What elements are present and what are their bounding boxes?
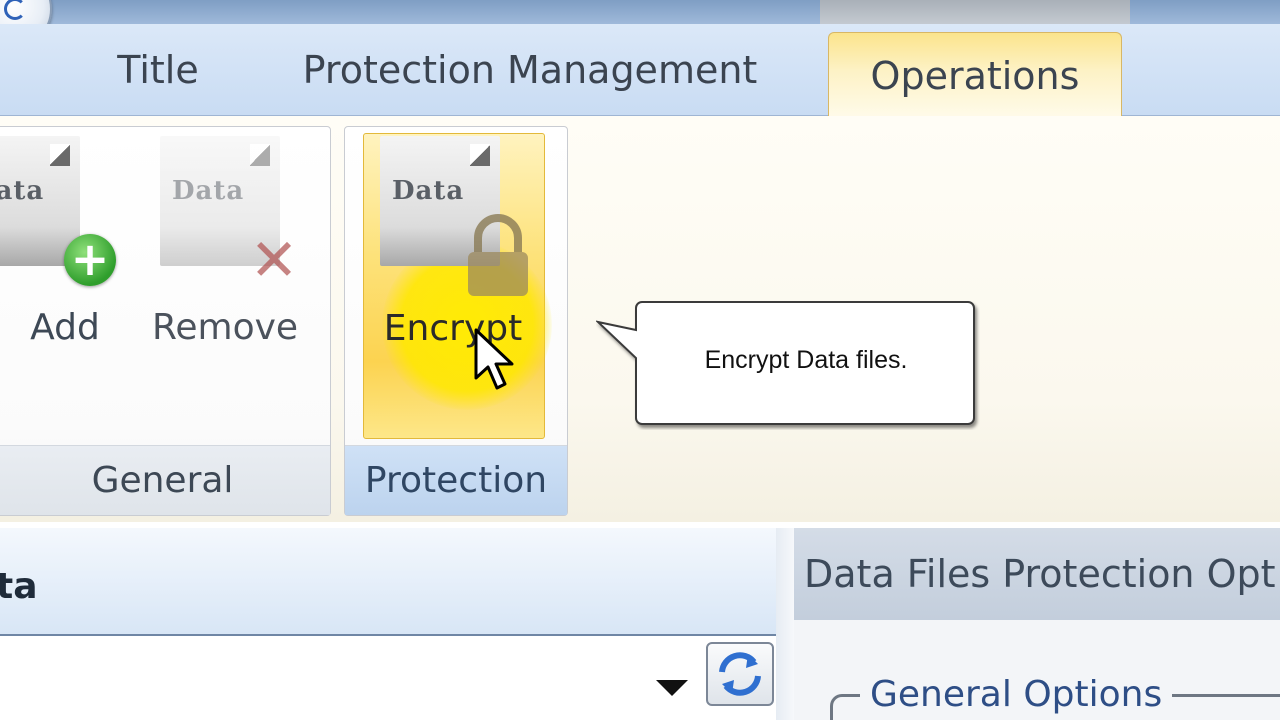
encrypt-label-overlay: Encrypt (383, 308, 523, 349)
refresh-button[interactable] (706, 642, 774, 706)
lock-icon (468, 214, 528, 296)
data-list-panel: ta (0, 528, 776, 720)
data-list-title: ta (0, 566, 38, 607)
doc-icon-text: Data (392, 176, 465, 206)
tab-title[interactable]: Title (110, 24, 206, 116)
tab-protection-management[interactable]: Protection Management (290, 24, 770, 116)
remove-button-label: Remove (151, 307, 299, 348)
page-fold-icon (470, 144, 490, 166)
group-label-general: General (0, 445, 330, 515)
ribbon-tab-bar: Title Protection Management Operations (0, 24, 1280, 118)
chevron-down-icon[interactable] (656, 680, 688, 696)
refresh-icon (719, 652, 761, 696)
data-list-header: ta (0, 528, 776, 636)
protection-options-panel: Data Files Protection Opt General Option… (794, 528, 1280, 720)
x-icon: ✕ (249, 226, 299, 294)
data-selector-combo[interactable] (0, 636, 700, 720)
panel-splitter[interactable] (776, 528, 794, 720)
title-strip-block (820, 0, 1130, 26)
page-fold-icon (50, 144, 70, 166)
add-button-label: Add (30, 307, 100, 348)
window-title-strip (0, 0, 1280, 26)
general-options-legend: General Options (860, 674, 1173, 715)
doc-icon-text: Data (0, 176, 45, 206)
protection-options-title: Data Files Protection Opt (804, 552, 1276, 596)
plus-icon: + (64, 234, 116, 286)
protection-options-header: Data Files Protection Opt (794, 528, 1280, 620)
page-fold-icon (250, 144, 270, 166)
app-logo-icon (4, 0, 26, 20)
group-label-protection: Protection (345, 445, 567, 515)
tooltip-text: Encrypt Data files. (704, 346, 908, 374)
doc-icon-text: Data (172, 176, 245, 206)
mouse-cursor-icon (474, 328, 514, 390)
tab-operations[interactable]: Operations (828, 32, 1122, 118)
